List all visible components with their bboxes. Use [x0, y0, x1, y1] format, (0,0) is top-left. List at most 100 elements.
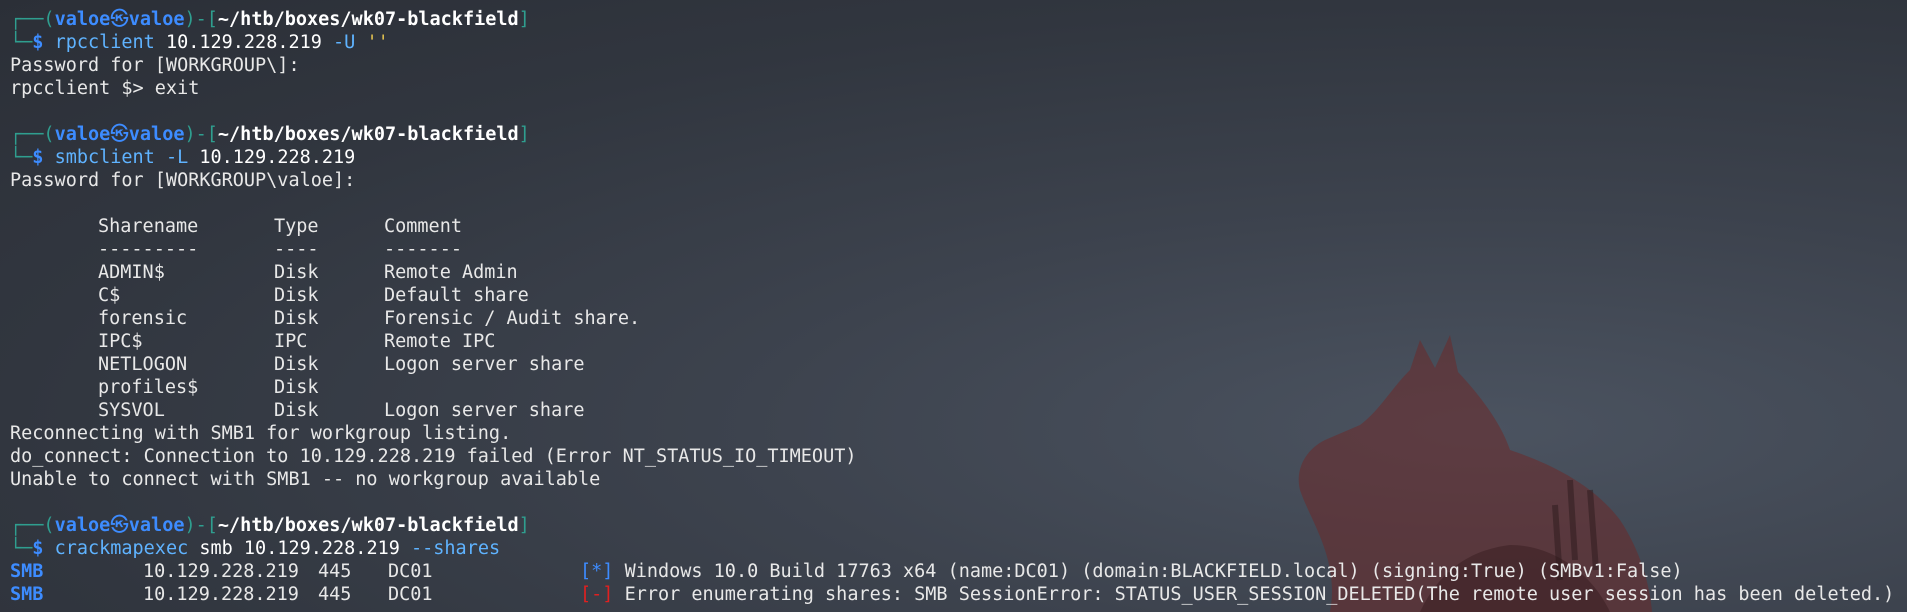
share-name: forensic	[98, 308, 188, 329]
share-row: profiles$ Disk	[10, 376, 1907, 399]
prompt-line: ┌──(valoe㉿valoe)-[~/htb/boxes/wk07-black…	[10, 514, 1907, 537]
command-arg: smb	[199, 538, 233, 559]
separator: -------	[384, 239, 462, 260]
share-comment: Logon server share	[384, 400, 585, 421]
terminal-window[interactable]: ┌──(valoe㉿valoe)-[~/htb/boxes/wk07-black…	[10, 8, 1907, 612]
protocol-label: SMB	[10, 584, 44, 605]
prompt-frame: )-[	[184, 9, 218, 30]
share-row: C$ Disk Default share	[10, 284, 1907, 307]
command-arg: 10.129.228.219	[243, 538, 400, 559]
prompt-line: ┌──(valoe㉿valoe)-[~/htb/boxes/wk07-black…	[10, 8, 1907, 31]
share-name: IPC$	[98, 331, 143, 352]
command-arg: 10.129.228.219	[199, 147, 356, 168]
command-option: --shares	[411, 538, 501, 559]
share-table-separator: --------- ---- -------	[10, 238, 1907, 261]
command-option: -L	[165, 147, 189, 168]
share-type: Disk	[274, 354, 319, 375]
prompt-frame: ┌──(	[10, 515, 55, 536]
prompt-at-icon: ㉿	[110, 124, 129, 145]
prompt-frame: ]	[518, 515, 530, 536]
output-line: Reconnecting with SMB1 for workgroup lis…	[10, 423, 512, 444]
prompt-frame: └─	[10, 538, 33, 559]
share-comment: Remote Admin	[384, 262, 518, 283]
output-line: rpcclient $> exit	[10, 78, 200, 99]
share-row: IPC$ IPC Remote IPC	[10, 330, 1907, 353]
output-line: Password for [WORKGROUP\]:	[10, 55, 300, 76]
host-ip: 10.129.228.219	[143, 584, 299, 605]
cme-result-row: SMB 10.129.228.219 445 DC01 [*] Windows 10.0…	[10, 560, 1907, 583]
prompt-at-icon: ㉿	[110, 515, 129, 536]
prompt-user: valoe	[54, 515, 111, 536]
share-type: Disk	[274, 400, 319, 421]
output-line: Password for [WORKGROUP\valoe]:	[10, 170, 356, 191]
share-row: SYSVOL Disk Logon server share	[10, 399, 1907, 422]
prompt-host: valoe	[128, 515, 185, 536]
share-name: NETLOGON	[98, 354, 188, 375]
command-line: └─$ crackmapexec smb 10.129.228.219 --sh…	[10, 537, 1907, 560]
command-name: smbclient	[54, 147, 155, 168]
prompt-frame: )-[	[184, 515, 218, 536]
prompt-dollar: $	[32, 538, 44, 559]
command-line: └─$ smbclient -L 10.129.228.219	[10, 146, 1907, 169]
share-type: Disk	[274, 308, 319, 329]
share-row: NETLOGON Disk Logon server share	[10, 353, 1907, 376]
share-row: forensic Disk Forensic / Audit share.	[10, 307, 1907, 330]
prompt-frame: ]	[518, 9, 530, 30]
share-type: Disk	[274, 377, 319, 398]
command-line: └─$ rpcclient 10.129.228.219 -U ''	[10, 31, 1907, 54]
host-port: 445	[318, 561, 352, 582]
prompt-at-icon: ㉿	[110, 9, 129, 30]
result-message: Error enumerating shares: SMB SessionErr…	[624, 584, 1895, 605]
status-marker: [-]	[580, 584, 614, 605]
share-name: ADMIN$	[98, 262, 165, 283]
command-name: rpcclient	[54, 32, 155, 53]
protocol-label: SMB	[10, 561, 44, 582]
command-name: crackmapexec	[54, 538, 189, 559]
prompt-dollar: $	[32, 32, 44, 53]
separator: ---------	[98, 239, 199, 260]
prompt-frame: ┌──(	[10, 124, 55, 145]
prompt-frame: └─	[10, 147, 33, 168]
command-option: -U	[333, 32, 356, 53]
share-name: SYSVOL	[98, 400, 165, 421]
share-comment: Logon server share	[384, 354, 585, 375]
command-string: ''	[366, 32, 389, 53]
separator: ----	[274, 239, 319, 260]
share-type: IPC	[274, 331, 308, 352]
share-name: profiles$	[98, 377, 199, 398]
prompt-path: ~/htb/boxes/wk07-blackfield	[217, 9, 519, 30]
share-row: ADMIN$ Disk Remote Admin	[10, 261, 1907, 284]
host-ip: 10.129.228.219	[143, 561, 299, 582]
result-message: Windows 10.0 Build 17763 x64 (name:DC01)…	[624, 561, 1683, 582]
prompt-host: valoe	[128, 9, 185, 30]
prompt-path: ~/htb/boxes/wk07-blackfield	[217, 124, 519, 145]
share-comment: Default share	[384, 285, 529, 306]
column-header: Sharename	[98, 216, 199, 237]
share-comment: Remote IPC	[384, 331, 496, 352]
prompt-path: ~/htb/boxes/wk07-blackfield	[217, 515, 519, 536]
prompt-user: valoe	[54, 124, 111, 145]
prompt-host: valoe	[128, 124, 185, 145]
status-marker: [*]	[580, 561, 614, 582]
share-type: Disk	[274, 262, 319, 283]
column-header: Type	[274, 216, 319, 237]
prompt-dollar: $	[32, 147, 44, 168]
host-port: 445	[318, 584, 352, 605]
prompt-frame: ]	[518, 124, 530, 145]
prompt-user: valoe	[54, 9, 111, 30]
output-line: do_connect: Connection to 10.129.228.219…	[10, 446, 857, 467]
share-table-header: Sharename Type Comment	[10, 215, 1907, 238]
prompt-frame: └─	[10, 32, 33, 53]
column-header: Comment	[384, 216, 462, 237]
prompt-frame: )-[	[184, 124, 218, 145]
host-name: DC01	[388, 584, 433, 605]
host-name: DC01	[388, 561, 433, 582]
prompt-line: ┌──(valoe㉿valoe)-[~/htb/boxes/wk07-black…	[10, 123, 1907, 146]
share-name: C$	[98, 285, 121, 306]
prompt-frame: ┌──(	[10, 9, 55, 30]
command-arg: 10.129.228.219	[165, 32, 322, 53]
output-line: Unable to connect with SMB1 -- no workgr…	[10, 469, 601, 490]
